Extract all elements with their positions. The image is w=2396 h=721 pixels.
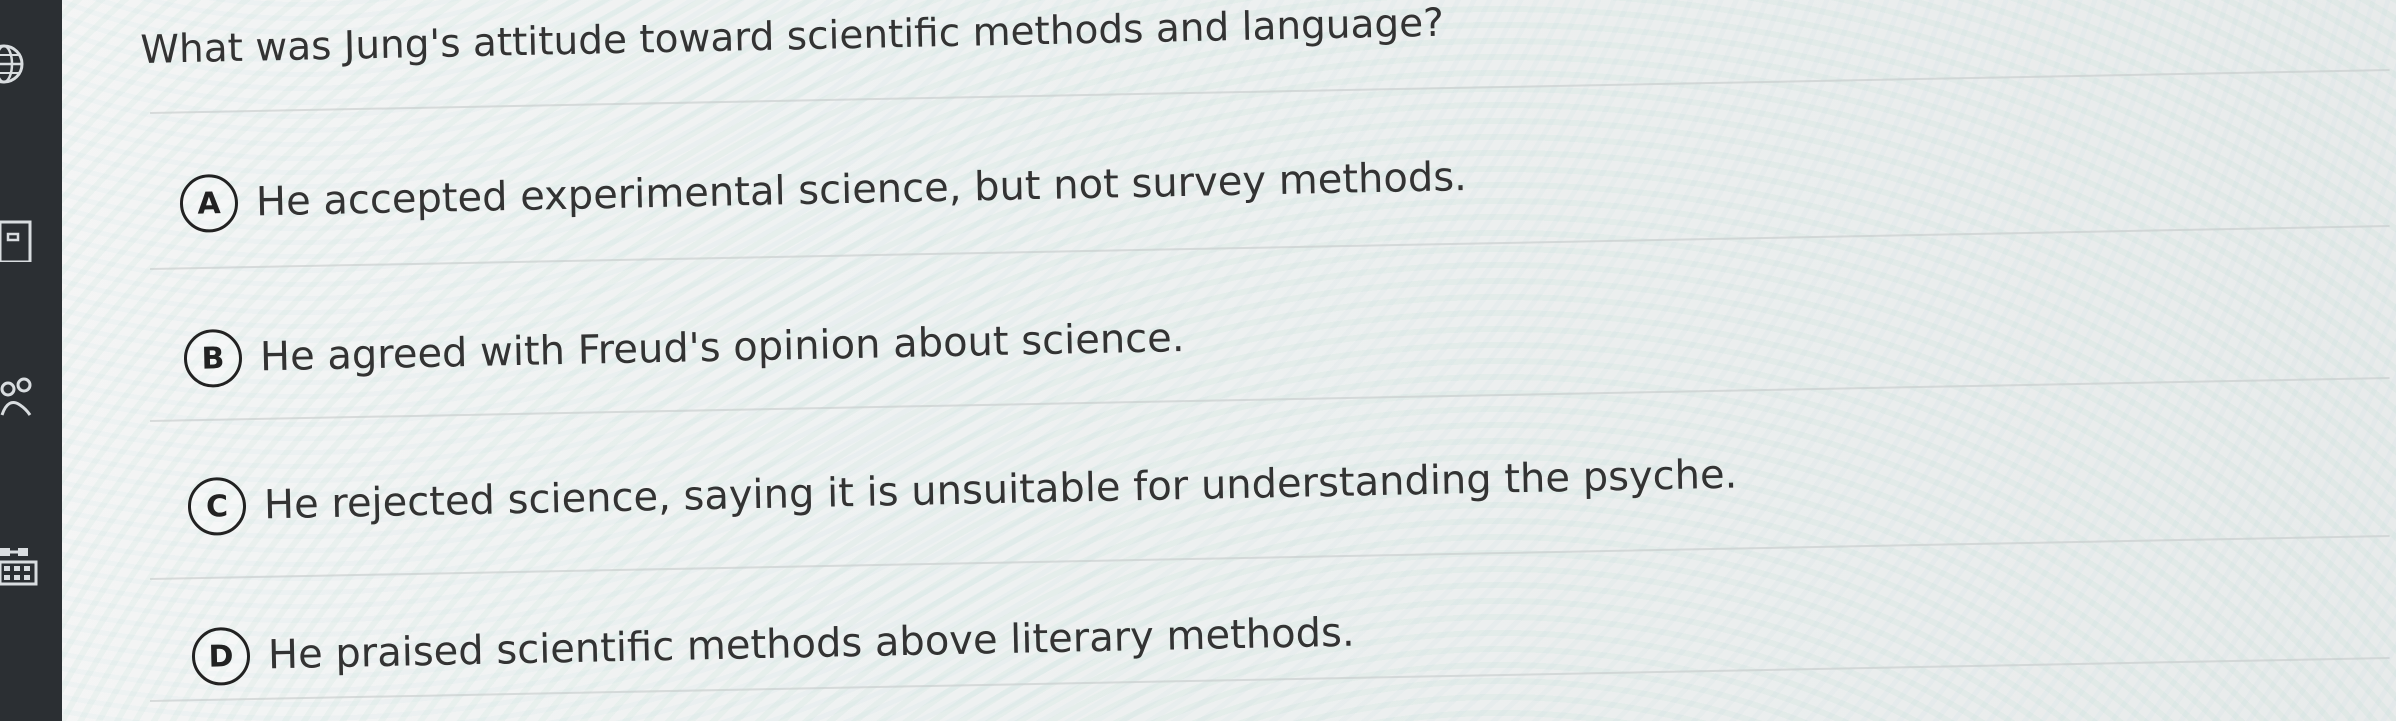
answer-option-c[interactable]: C He rejected science, saying it is unsu… (187, 446, 1738, 536)
answer-option-a[interactable]: A He accepted experimental science, but … (179, 148, 1467, 233)
grid-icon[interactable] (0, 548, 44, 592)
answer-option-b[interactable]: B He agreed with Freud's opinion about s… (183, 309, 1185, 388)
book-icon[interactable] (0, 218, 44, 264)
globe-icon[interactable] (0, 42, 44, 86)
option-text[interactable]: He agreed with Freud's opinion about sci… (260, 315, 1185, 380)
option-letter-badge[interactable]: D (191, 626, 251, 686)
quiz-page: What was Jung's attitude toward scientif… (0, 0, 2396, 721)
divider (149, 224, 2390, 270)
divider (149, 68, 2390, 114)
people-icon[interactable] (0, 375, 44, 419)
option-letter-badge[interactable]: B (183, 328, 243, 388)
left-sidebar (0, 0, 62, 721)
answer-option-d[interactable]: D He praised scientific methods above li… (191, 604, 1355, 686)
option-text[interactable]: He praised scientific methods above lite… (268, 610, 1355, 679)
option-text[interactable]: He accepted experimental science, but no… (256, 154, 1468, 225)
question-text: What was Jung's attitude toward scientif… (140, 0, 1445, 73)
divider (149, 534, 2390, 580)
option-letter-badge[interactable]: A (179, 173, 239, 233)
option-letter-badge[interactable]: C (187, 476, 247, 536)
option-text[interactable]: He rejected science, saying it is unsuit… (264, 452, 1738, 529)
divider (149, 376, 2390, 422)
question-panel: What was Jung's attitude toward scientif… (62, 0, 2396, 721)
